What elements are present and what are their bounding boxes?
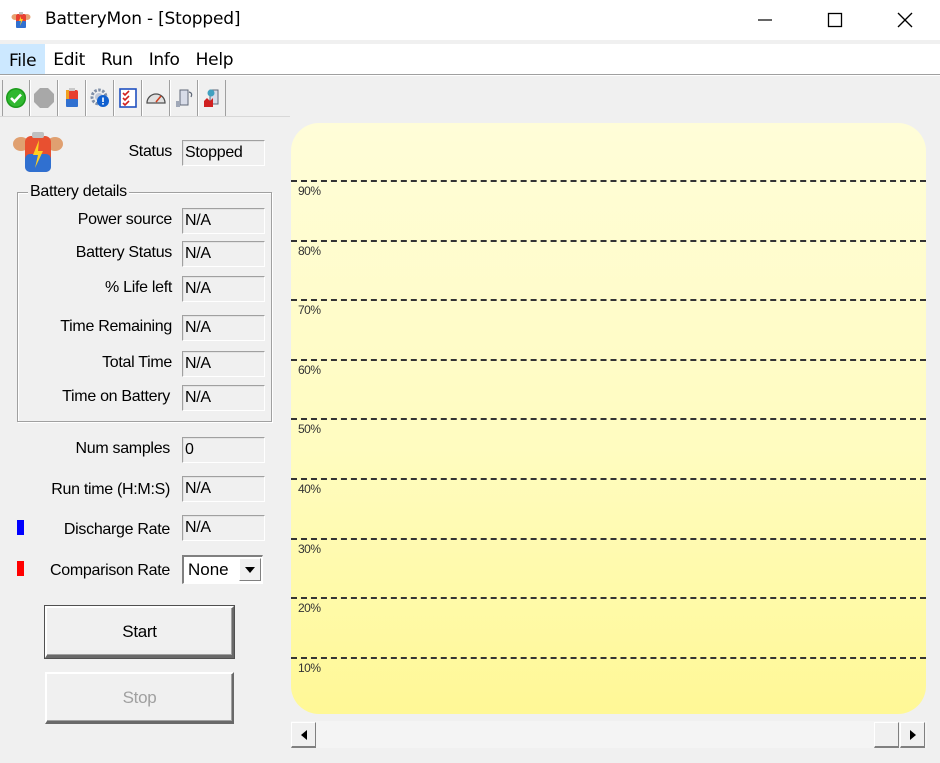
toolbar-battery-button[interactable] — [58, 80, 86, 116]
status-field: Stopped — [182, 140, 265, 166]
run-time-field: N/A — [182, 476, 265, 502]
menu-separator — [0, 74, 940, 76]
discharge-rate-label: Discharge Rate — [63, 521, 170, 538]
power-source-label: Power source — [77, 211, 173, 228]
menu-run[interactable]: Run — [93, 44, 141, 74]
comparison-rate-select[interactable]: None — [182, 555, 263, 584]
gridline-10 — [291, 656, 926, 659]
comparison-rate-label: Comparison Rate — [49, 562, 170, 579]
maximize-icon — [827, 12, 843, 28]
gridline-90 — [291, 180, 926, 182]
minimize-icon — [758, 19, 772, 21]
start-button[interactable]: Start — [44, 605, 235, 659]
battery-mascot-icon — [13, 132, 63, 172]
menu-info[interactable]: Info — [141, 44, 188, 74]
close-button[interactable] — [870, 0, 940, 40]
stop-octagon-icon — [34, 88, 54, 108]
gridline-40 — [291, 478, 926, 480]
battery-status-label: Battery Status — [75, 244, 173, 261]
y-tick-label: 30% — [298, 541, 321, 556]
discharge-rate-field: N/A — [182, 515, 265, 541]
window-title: BatteryMon - [Stopped] — [45, 9, 241, 29]
time-on-battery-label: Time on Battery — [62, 388, 170, 405]
title-bar: BatteryMon - [Stopped] — [0, 0, 940, 40]
comparison-rate-value: None — [188, 560, 229, 579]
gauge-icon — [146, 93, 166, 104]
y-tick-label: 40% — [298, 482, 321, 496]
y-tick-label: 50% — [298, 422, 321, 437]
toolbar-settings-button[interactable] — [86, 80, 114, 116]
gridline-80 — [291, 239, 926, 242]
toolbar-alert-button[interactable] — [198, 80, 226, 116]
discharge-rate-swatch — [17, 520, 24, 535]
maximize-button[interactable] — [800, 0, 870, 40]
gridline-30 — [291, 537, 926, 540]
time-remaining-field: N/A — [182, 315, 265, 341]
gridline-20 — [291, 597, 926, 600]
time-on-battery-field: N/A — [182, 385, 265, 411]
device-icon — [176, 89, 193, 107]
toolbar-stop-button[interactable] — [30, 80, 58, 116]
y-tick-label: 70% — [298, 303, 321, 318]
toolbar-start-button[interactable] — [2, 80, 30, 116]
arrow-left-icon — [300, 729, 307, 740]
stop-button[interactable]: Stop — [45, 672, 234, 724]
device-alert-icon — [204, 89, 219, 107]
checklist-icon — [119, 88, 137, 108]
gridline-60 — [291, 358, 926, 361]
chevron-down-icon — [245, 566, 255, 573]
toolbar-separator — [0, 116, 290, 117]
gridline-70 — [291, 299, 926, 302]
menu-bar: File Edit Run Info Help — [0, 44, 940, 74]
power-source-field: N/A — [182, 208, 265, 234]
battery-icon — [66, 88, 78, 107]
time-remaining-label: Time Remaining — [60, 318, 172, 335]
gridline-50 — [291, 418, 926, 421]
gear-info-icon — [90, 88, 109, 107]
battery-app-icon — [11, 12, 31, 28]
toolbar-gauge-button[interactable] — [142, 80, 170, 116]
num-samples-label: Num samples — [75, 440, 170, 457]
battery-status-field: N/A — [182, 241, 265, 267]
y-tick-label: 10% — [298, 660, 321, 675]
num-samples-field: 0 — [182, 437, 265, 463]
total-time-field: N/A — [182, 351, 265, 377]
start-check-icon — [6, 88, 26, 108]
scroll-right-button[interactable] — [900, 722, 925, 748]
arrow-right-icon — [909, 729, 916, 740]
comparison-rate-swatch — [17, 561, 24, 576]
minimize-button[interactable] — [730, 0, 800, 40]
comparison-rate-dropdown-button[interactable] — [239, 558, 261, 581]
life-left-field: N/A — [182, 276, 265, 302]
menu-file[interactable]: File — [0, 44, 46, 74]
status-label: Status — [128, 143, 172, 160]
toolbar — [2, 80, 226, 116]
y-tick-label: 60% — [298, 362, 321, 377]
y-tick-label: 80% — [298, 243, 321, 258]
battery-chart: 90% 80% 70% 60% 50% 40% 30% 20% 10% — [291, 123, 926, 714]
y-tick-label: 20% — [298, 601, 321, 616]
y-tick-label: 90% — [298, 184, 321, 198]
menu-edit[interactable]: Edit — [45, 44, 93, 74]
close-icon — [897, 12, 913, 28]
scroll-thumb[interactable] — [874, 722, 899, 748]
battery-details-title: Battery details — [28, 183, 129, 201]
menu-help[interactable]: Help — [188, 44, 242, 74]
chart-horizontal-scrollbar[interactable] — [291, 721, 927, 748]
run-time-label: Run time (H:M:S) — [51, 481, 170, 498]
life-left-label: % Life left — [105, 279, 172, 296]
scroll-left-button[interactable] — [291, 722, 316, 748]
toolbar-device-button[interactable] — [170, 80, 198, 116]
total-time-label: Total Time — [102, 354, 172, 371]
toolbar-options-button[interactable] — [114, 80, 142, 116]
